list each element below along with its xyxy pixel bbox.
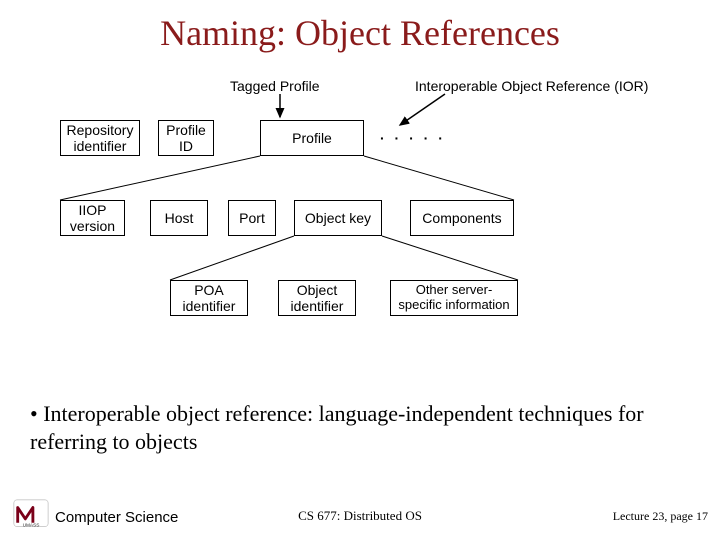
slide-title: Naming: Object References [0,0,720,54]
diagram-lines [50,70,670,370]
bullet-text: Interoperable object reference: language… [30,401,644,454]
bullet-point: • Interoperable object reference: langua… [30,400,690,455]
ior-diagram: Tagged Profile Interoperable Object Refe… [50,70,670,370]
footer-course: CS 677: Distributed OS [298,508,422,524]
svg-text:UMASS: UMASS [23,522,40,528]
footer: UMASS Computer Science CS 677: Distribut… [0,500,720,530]
footer-lecture: Lecture 23, page 17 [613,509,708,524]
footer-dept: Computer Science [55,509,178,526]
umass-logo: UMASS [12,498,50,528]
